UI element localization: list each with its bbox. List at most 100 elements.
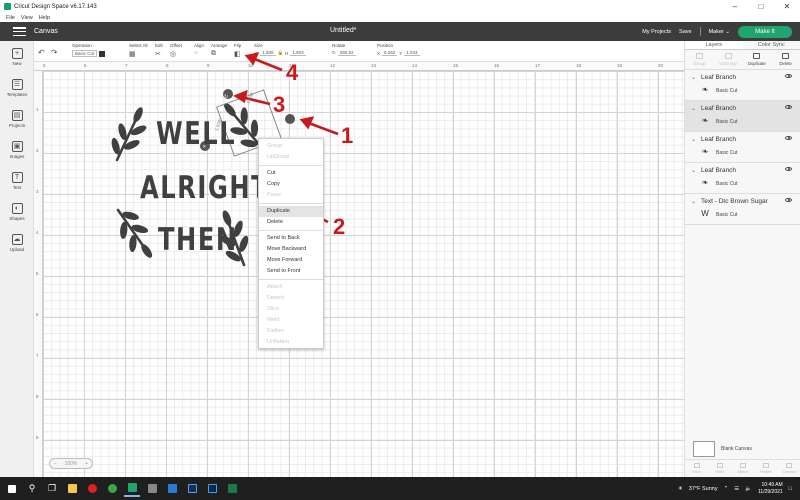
chevron-down-icon[interactable]: ⌄ (691, 105, 696, 112)
annotation-number-1: 1 (341, 123, 354, 148)
layer-row[interactable]: ⌄ Leaf Branch ❧ Basic Cut (685, 101, 800, 132)
chevron-down-icon[interactable]: ⌄ (691, 136, 696, 143)
layer-action-delete[interactable]: Delete (771, 50, 800, 69)
layer-thumbnail: ❧ (701, 85, 709, 94)
context-menu-copy[interactable]: Copy (259, 179, 323, 190)
weather-text[interactable]: 37°F Sunny (689, 486, 718, 492)
eye-icon[interactable] (785, 136, 792, 140)
layer-action-group: Group (685, 50, 714, 69)
contour-icon (786, 463, 793, 468)
context-menu-flatten: Flatten (267, 328, 284, 334)
attach-icon (740, 463, 746, 468)
calculator-icon[interactable] (144, 481, 160, 497)
layers-panel: Layers Color Sync Group UnGroup Duplicate D… (684, 41, 800, 477)
layer-row[interactable]: ⌄ Leaf Branch ❧ Basic Cut (685, 163, 800, 194)
context-menu-send-to-front[interactable]: Send to Front (259, 266, 323, 277)
panel-action-label: Contour (782, 469, 797, 474)
chevron-down-icon[interactable]: ⌄ (691, 167, 696, 174)
layer-name: Leaf Branch (701, 74, 737, 81)
context-menu: Group UnGroup Cut Copy Paste Duplicate Delete S… (258, 138, 324, 349)
leaf-branch-bottom-left[interactable] (104, 199, 166, 268)
rotate-glyph: ↻ (224, 94, 228, 100)
context-menu-paste: Paste (267, 192, 282, 198)
blank-canvas-swatch[interactable] (693, 441, 715, 457)
context-menu-separator (259, 230, 323, 231)
search-icon[interactable]: ⚲ (24, 481, 40, 497)
context-menu-separator (259, 165, 323, 166)
opera-icon[interactable] (84, 481, 100, 497)
wifi-icon[interactable]: ☰ (734, 486, 739, 492)
zoom-out-button[interactable]: − (54, 461, 57, 467)
leaf-branch-top-left[interactable] (101, 99, 157, 168)
chevron-down-icon[interactable]: ⌄ (691, 198, 696, 205)
layer-operation: Basic Cut (716, 181, 738, 187)
layer-row[interactable]: ⌄ Text - Dtc Brown Sugar W Basic Cut (685, 194, 800, 225)
context-menu-delete[interactable]: Delete (259, 217, 323, 228)
arrow-4 (251, 56, 283, 72)
design-text-line-1[interactable]: WELL (156, 116, 236, 152)
eye-icon[interactable] (785, 74, 792, 78)
design-text-line-3[interactable]: THEN (158, 222, 238, 258)
context-menu-slice: Slice (267, 306, 279, 312)
blank-canvas-row[interactable]: Blank Canvas (693, 441, 752, 457)
context-menu-move-forward[interactable]: Move Forward (259, 255, 323, 266)
eye-icon[interactable] (785, 167, 792, 171)
panel-action-attach: Attach (731, 460, 754, 477)
annotation-number-4: 4 (286, 60, 299, 85)
chrome-icon[interactable] (104, 481, 120, 497)
volume-icon[interactable]: 🔈 (745, 486, 752, 492)
layer-action-duplicate[interactable]: Duplicate (743, 50, 772, 69)
eye-icon[interactable] (785, 198, 792, 202)
layer-actions: Group UnGroup Duplicate Delete (685, 50, 800, 70)
lightroom-icon[interactable] (184, 481, 200, 497)
panel-action-contour: Contour (778, 460, 800, 477)
tray-chevron-icon[interactable]: ⌃ (724, 486, 729, 492)
clock[interactable]: 10:49 AM 11/29/2021 (758, 482, 783, 496)
group-icon (695, 53, 703, 59)
file-explorer-icon[interactable] (64, 481, 80, 497)
flatten-icon (763, 463, 770, 468)
notifications-icon[interactable]: □ (789, 486, 792, 492)
design-text-line-2[interactable]: ALRIGHT (140, 170, 269, 206)
layer-row[interactable]: ⌄ Leaf Branch ❧ Basic Cut (685, 70, 800, 101)
task-view-icon[interactable]: ❐ (44, 481, 60, 497)
windows-start-icon[interactable] (4, 481, 20, 497)
panel-action-weld: Weld (708, 460, 731, 477)
arrow-4-head (244, 52, 260, 66)
context-menu-cut[interactable]: Cut (259, 168, 323, 179)
photoshop-icon[interactable] (204, 481, 220, 497)
annotation-number-2: 2 (333, 214, 346, 239)
panel-action-label: Weld (715, 469, 725, 474)
layer-operation: Basic Cut (716, 212, 738, 218)
layer-action-label: Delete (779, 61, 792, 66)
eye-icon[interactable] (785, 105, 792, 109)
context-menu-duplicate[interactable]: Duplicate (259, 206, 323, 217)
layer-name: Text - Dtc Brown Sugar (701, 198, 768, 205)
cricut-taskbar-icon[interactable] (124, 481, 140, 497)
windows-taskbar: ⚲ ❐ ☀ 37°F Sunny ⌃ ☰ 🔈 10:49 AM 11/29/20… (0, 477, 800, 500)
clock-time: 10:49 AM (761, 481, 783, 488)
context-menu-move-backward[interactable]: Move Backward (259, 244, 323, 255)
layer-action-ungroup: UnGroup (714, 50, 743, 69)
context-menu-attach: Attach (267, 284, 283, 290)
tab-color-sync[interactable]: Color Sync (743, 41, 800, 49)
weather-icon[interactable]: ☀ (678, 486, 683, 492)
context-menu-unflatten: Unflatten (267, 339, 290, 345)
photos-icon[interactable] (164, 481, 180, 497)
excel-icon[interactable] (224, 481, 240, 497)
panel-action-label: Attach (737, 469, 749, 474)
weld-icon (716, 463, 723, 468)
layer-thumbnail: W (701, 209, 709, 218)
annotation-number-3: 3 (273, 92, 286, 117)
zoom-in-button[interactable]: + (85, 461, 88, 467)
design-art: ↻ × (101, 52, 339, 272)
layer-thumbnail: ❧ (701, 147, 709, 156)
tab-layers[interactable]: Layers (685, 41, 743, 49)
chevron-down-icon[interactable]: ⌄ (691, 74, 696, 81)
context-menu-send-to-back[interactable]: Send to Back (259, 233, 323, 244)
panel-action-flatten: Flatten (755, 460, 778, 477)
layer-row[interactable]: ⌄ Leaf Branch ❧ Basic Cut (685, 132, 800, 163)
lock-handle-icon[interactable] (285, 114, 295, 124)
panel-bottom-actions: Slice Weld Attach Flatten Contour (685, 459, 800, 477)
layer-name: Leaf Branch (701, 105, 737, 112)
